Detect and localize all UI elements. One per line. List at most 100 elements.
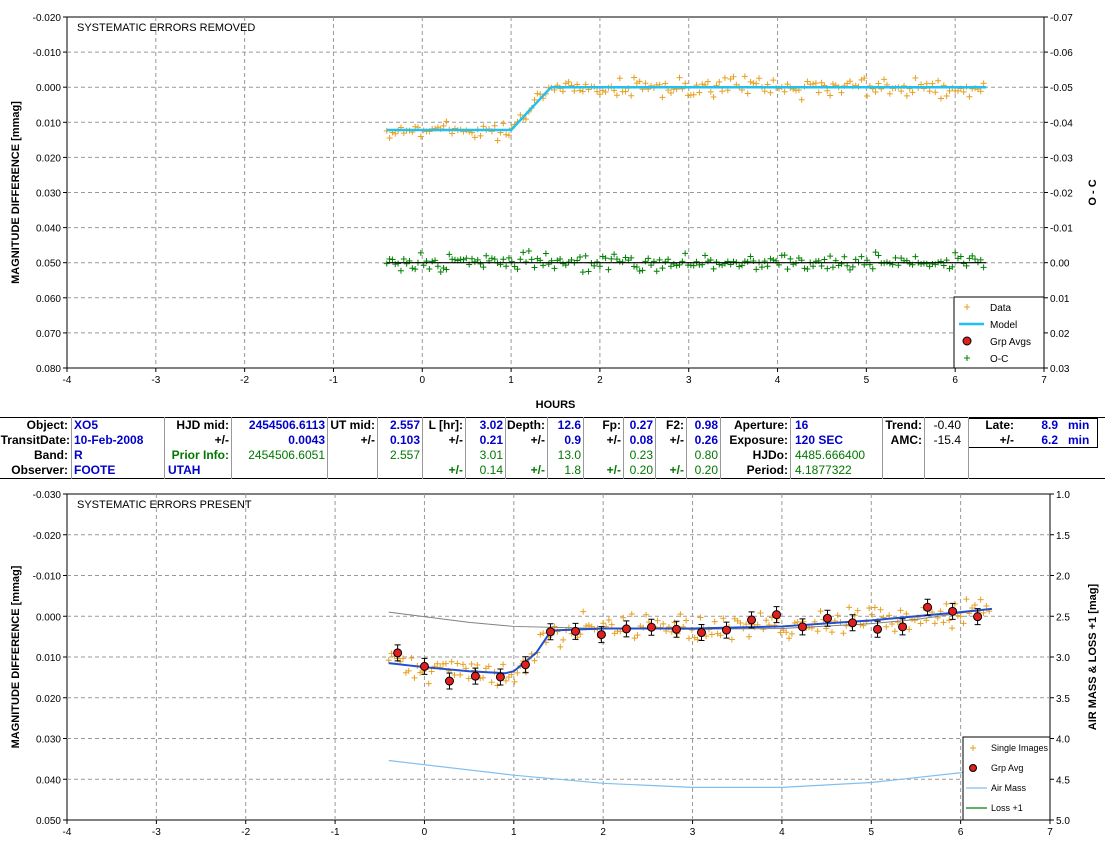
y-tick-label: -0.010 [33,48,62,59]
x-tick-label: -2 [240,375,249,386]
y2-tick-label: 4.0 [1056,735,1070,746]
y2-tick-label: 4.5 [1056,775,1070,786]
depth-label: Depth: [507,418,545,432]
y2-tick-label: -0.04 [1050,118,1073,129]
y2-tick-label: 3.0 [1056,653,1070,664]
exposure-value: 120 SEC [795,433,844,447]
y2-tick-label: 0.01 [1050,294,1070,305]
prior-hjd: 2454506.6051 [248,448,325,462]
observer-value: FOOTE [74,463,116,477]
late-unit: min [1068,418,1090,432]
pm-label: +/- [669,433,684,447]
pm-label: +/- [606,463,621,477]
y-tick-label: 0.000 [36,83,61,94]
plot-area [66,16,1045,369]
x-tick-label: 5 [864,375,870,386]
x-tick-label: -1 [329,375,338,386]
pm-label: +/- [448,463,463,477]
prior-f2: 0.80 [694,448,718,462]
x-tick-label: 6 [958,827,964,838]
grp-avg-point [797,622,807,632]
y2-tick-label: 1.5 [1056,531,1070,542]
aperture-value: 16 [795,418,809,432]
y-tick-label: 0.060 [36,294,61,305]
grp-avg-point [621,624,631,634]
y2-tick-label: 3.5 [1056,694,1070,705]
legend-oc-label: O-C [990,354,1008,365]
x-tick-label: 0 [419,375,425,386]
ut-mid-value: 2.557 [389,418,420,432]
hjd-mid-label: HJD mid: [176,418,229,432]
transit-date-value: 10-Feb-2008 [74,433,144,447]
object-label: Object: [26,418,68,432]
pm-label: +/- [360,433,375,447]
y-tick-label: -0.030 [33,490,62,501]
y-tick-label: -0.010 [33,572,62,583]
late-value: 8.9 [1041,418,1058,432]
x-tick-label: -3 [152,827,161,838]
pm-label: +/- [669,463,684,477]
y-tick-label: 0.080 [36,364,61,375]
grp-avg-point [948,606,958,616]
object-value: XO5 [74,418,99,432]
y2-tick-label: -0.06 [1050,48,1073,59]
grp-avg-point [898,622,908,632]
grp-avg-point [520,660,530,670]
f2-label: F2: [666,418,684,432]
amc-label: AMC: [890,433,922,447]
x-tick-label: 6 [952,375,958,386]
x-tick-label: 2 [600,827,606,838]
y-tick-label: -0.020 [33,531,62,542]
l-hr-value: 3.02 [479,418,503,432]
grp-avg-point [873,624,883,634]
y2-axis-title: O - C [1087,179,1099,205]
trend-value: -0.40 [933,418,961,432]
grp-avg-point [444,676,454,686]
prior-depth-error: 1.8 [564,463,581,477]
period-value: 4.1877322 [795,463,852,477]
y-tick-label: 0.050 [36,259,61,270]
ut-mid-error: 0.103 [389,433,420,447]
transit-date-label: TransitDate: [0,433,70,447]
y2-tick-label: 2.5 [1056,612,1070,623]
grp-avg-point [495,672,505,682]
grp-avg-point [696,628,706,638]
y-tick-label: 0.050 [36,816,61,827]
depth-error: 0.9 [564,433,581,447]
y2-tick-label: 5.0 [1056,816,1070,827]
top-panel: -4 -3 -2 -1 0 1 2 3 4 5 6 7 -0.020 -0.010 0.000 0.010 0.… [10,13,1099,411]
y-axis-title: MAGNITUDE DIFFERENCE [mmag] [10,565,22,748]
chart-title: SYSTEMATIC ERRORS REMOVED [77,22,255,34]
legend-grpavg-marker [962,336,972,346]
y-tick-label: 0.010 [36,118,61,129]
x-tick-label: 7 [1047,827,1053,838]
y2-tick-label: -0.05 [1050,83,1073,94]
chart-title: SYSTEMATIC ERRORS PRESENT [77,499,252,511]
prior-info-label: Prior Info: [171,448,229,462]
x-tick-label: 5 [868,827,874,838]
grp-avg-point [671,624,681,634]
x-tick-label: -2 [241,827,250,838]
y2-tick-label: -0.07 [1050,13,1073,24]
hjd-mid-error: 0.0043 [288,433,325,447]
y2-tick-label: 0.00 [1050,259,1070,270]
band-value: R [74,448,83,462]
y-tick-label: 0.040 [36,775,61,786]
l-hr-error: 0.21 [479,433,503,447]
prior-ut: 2.557 [389,448,420,462]
x-tick-label: -1 [331,827,340,838]
y2-tick-label: 1.0 [1056,490,1070,501]
depth-value: 12.6 [557,418,581,432]
prior-depth: 13.0 [557,448,581,462]
x-tick-label: 7 [1041,375,1047,386]
y-tick-label: 0.040 [36,224,61,235]
x-tick-label: -4 [63,827,72,838]
x-tick-label: 3 [686,375,692,386]
y2-axis-title: AIR MASS & LOSS +1 [mag] [1087,583,1099,730]
legend-data-label: Data [990,303,1012,314]
x-tick-label: 4 [779,827,785,838]
grp-avg-point [646,622,656,632]
y2-tick-label: 0.03 [1050,364,1070,375]
grp-avg-point [545,627,555,637]
x-axis-title: HOURS [536,399,576,411]
